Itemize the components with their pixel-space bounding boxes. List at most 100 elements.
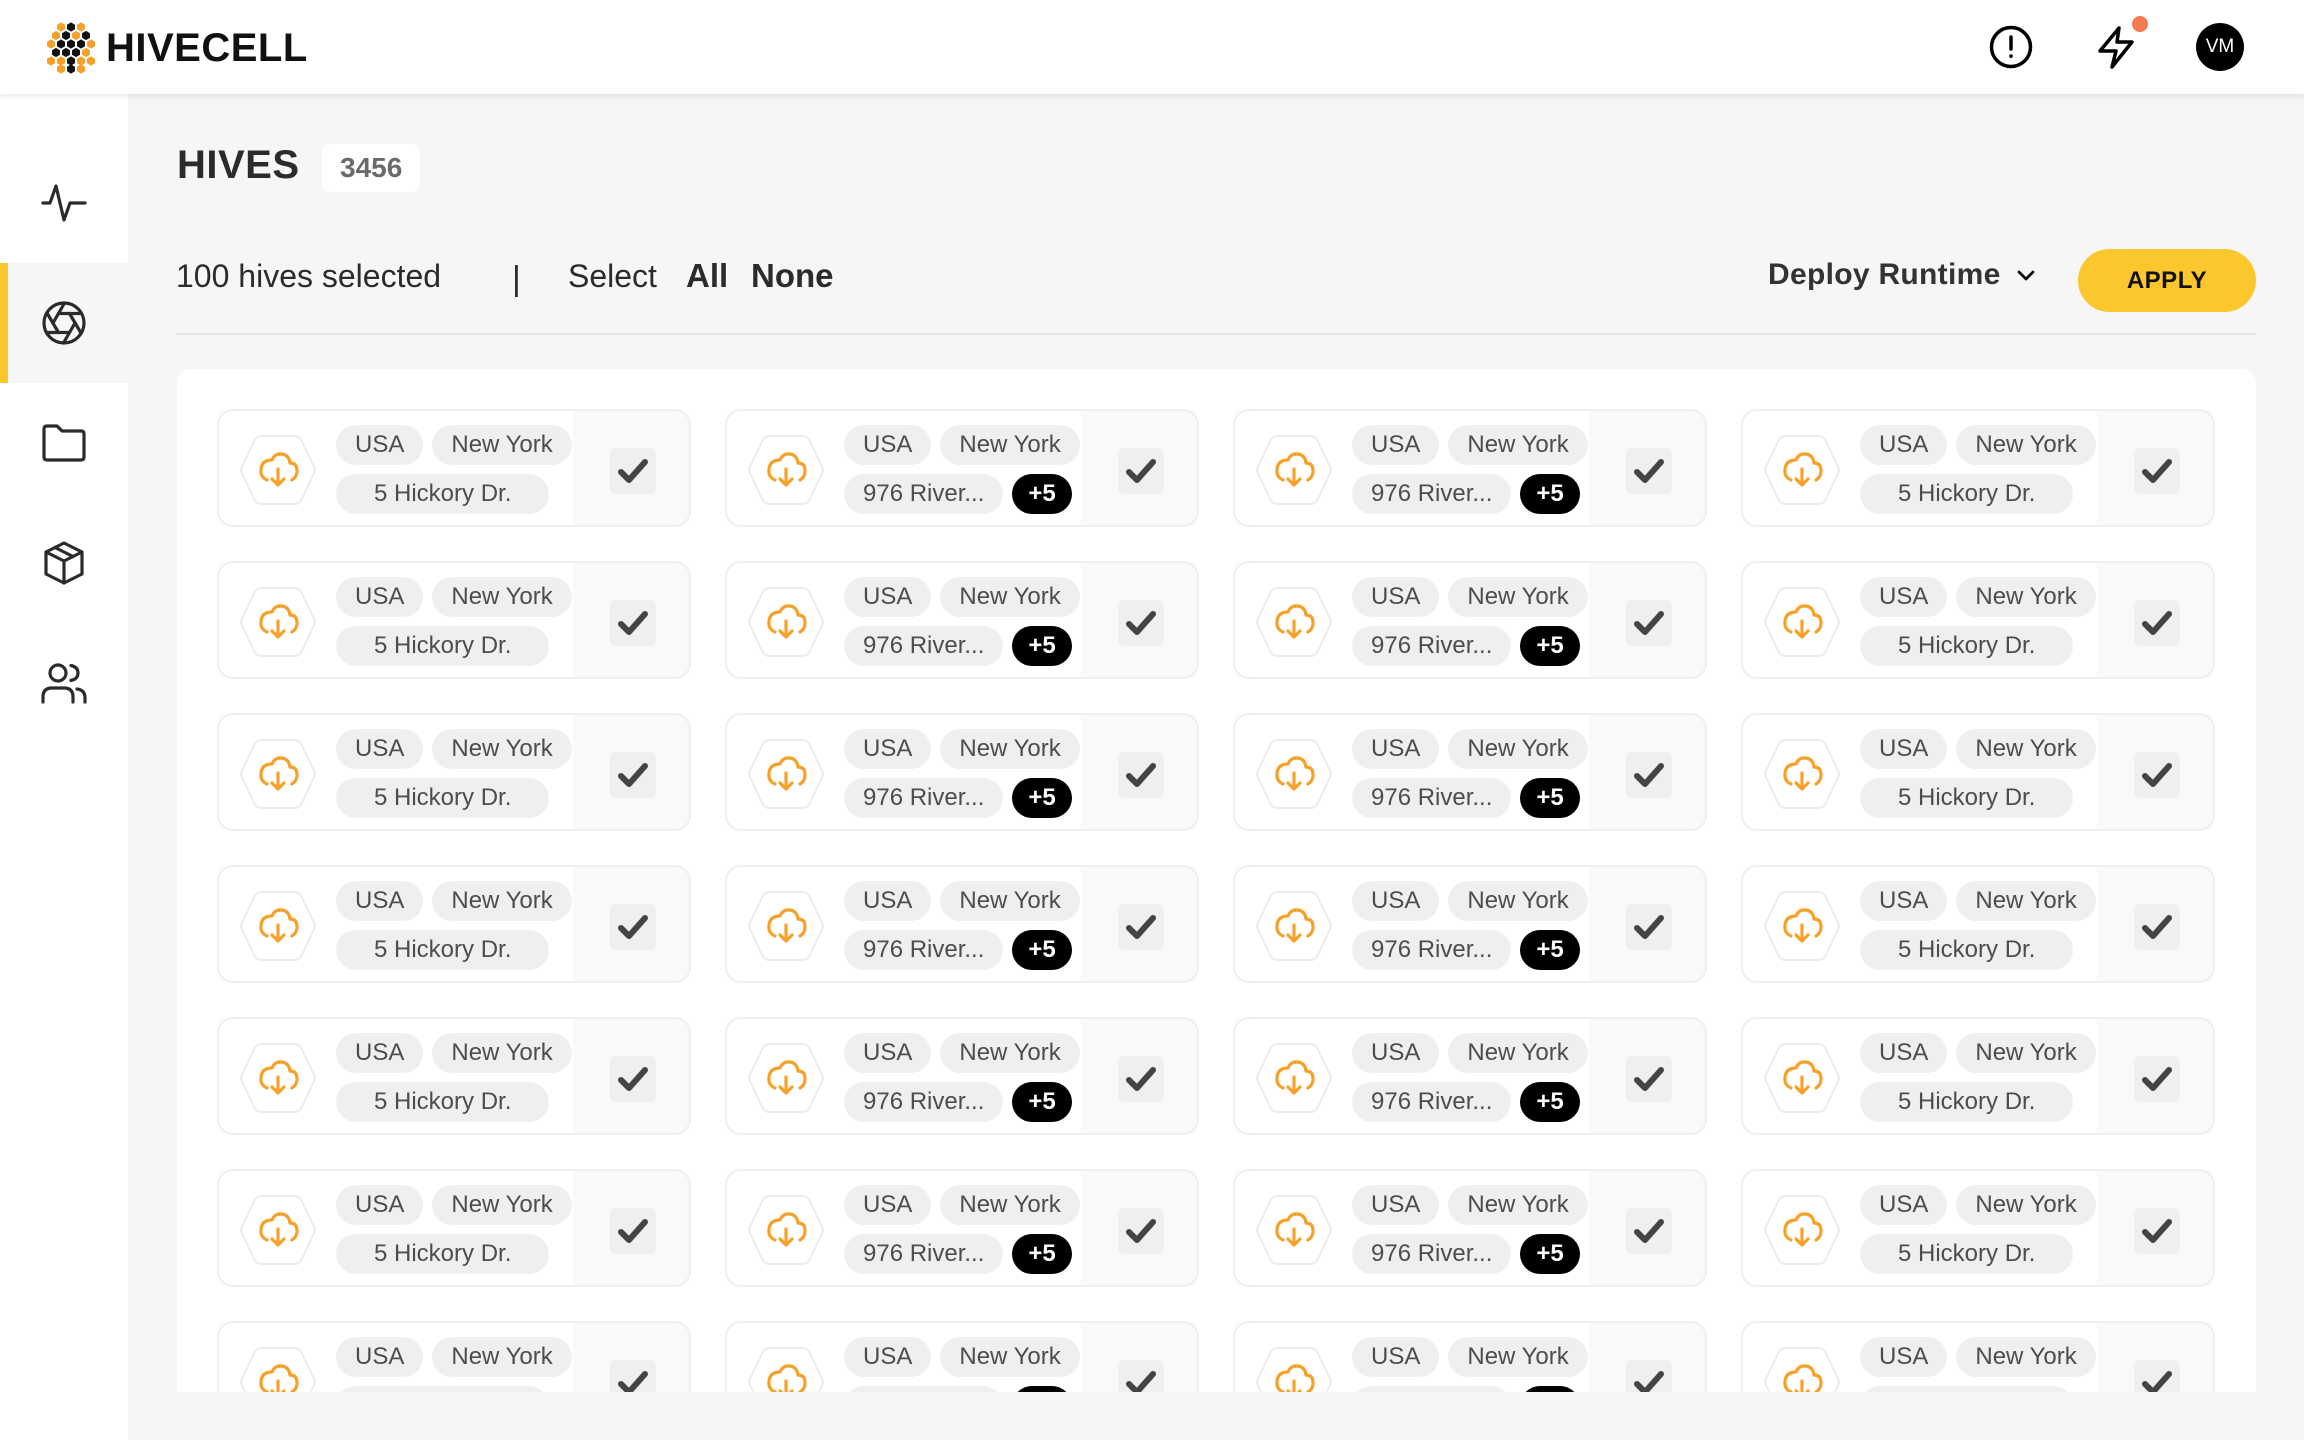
more-tags-badge[interactable]: +5: [1520, 1386, 1580, 1392]
checkmark-icon: [2142, 611, 2172, 635]
hive-card[interactable]: USA New York 976 River... +5: [1233, 713, 1707, 831]
hive-card[interactable]: USA New York 5 Hickory Dr.: [217, 1169, 691, 1287]
hive-card[interactable]: USA New York 976 River... +5: [1233, 865, 1707, 983]
card-select-area: [573, 1019, 689, 1133]
country-tag: USA: [844, 577, 932, 617]
more-tags-badge[interactable]: +5: [1012, 474, 1072, 514]
select-none-link[interactable]: None: [751, 257, 834, 295]
hive-checkbox[interactable]: [1118, 904, 1164, 950]
hive-checkbox[interactable]: [1118, 1056, 1164, 1102]
action-dropdown[interactable]: Deploy Runtime: [1768, 258, 2037, 292]
hive-card[interactable]: USA New York 976 River... +5: [725, 1017, 1199, 1135]
hive-checkbox[interactable]: [1118, 1360, 1164, 1392]
hive-card[interactable]: USA New York 5 Hickory Dr.: [217, 561, 691, 679]
sidebar-item-packages[interactable]: [0, 503, 128, 623]
city-tag: New York: [940, 881, 1080, 921]
hive-card[interactable]: USA New York 5 Hickory Dr.: [1741, 1017, 2215, 1135]
more-tags-badge[interactable]: +5: [1012, 1386, 1072, 1392]
more-tags-badge[interactable]: +5: [1520, 930, 1580, 970]
hive-card[interactable]: USA New York 5 Hickory Dr.: [217, 713, 691, 831]
hive-card[interactable]: USA New York 976 River... +5: [725, 561, 1199, 679]
hive-checkbox[interactable]: [610, 1056, 656, 1102]
hive-card[interactable]: USA New York 976 River... +5: [1233, 1017, 1707, 1135]
hive-checkbox[interactable]: [2134, 1208, 2180, 1254]
apply-button[interactable]: APPLY: [2078, 249, 2256, 312]
hive-status-badge: [747, 1345, 825, 1392]
hive-checkbox[interactable]: [2134, 1360, 2180, 1392]
more-tags-badge[interactable]: +5: [1520, 626, 1580, 666]
hive-checkbox[interactable]: [1118, 448, 1164, 494]
hive-card[interactable]: USA New York 5 Hickory Dr.: [217, 1017, 691, 1135]
hive-card[interactable]: USA New York 5 Hickory Dr.: [1741, 865, 2215, 983]
hive-card[interactable]: USA New York 5 Hickory Dr.: [1741, 1321, 2215, 1392]
checkmark-icon: [2142, 763, 2172, 787]
card-select-area: [2097, 563, 2213, 677]
more-tags-badge[interactable]: +5: [1012, 626, 1072, 666]
brand-logo[interactable]: HIVECELL: [44, 22, 308, 74]
address-tag: 976 River...: [1352, 1082, 1512, 1122]
hive-checkbox[interactable]: [610, 1360, 656, 1392]
logo-hexagon: [52, 47, 60, 58]
more-tags-badge[interactable]: +5: [1520, 778, 1580, 818]
hive-checkbox[interactable]: [2134, 904, 2180, 950]
hive-checkbox[interactable]: [2134, 600, 2180, 646]
hive-card[interactable]: USA New York 976 River... +5: [1233, 561, 1707, 679]
hive-card[interactable]: USA New York 5 Hickory Dr.: [1741, 561, 2215, 679]
more-tags-badge[interactable]: +5: [1520, 474, 1580, 514]
alerts-button[interactable]: [1986, 22, 2036, 72]
hexagon-frame: [1764, 1347, 1840, 1392]
hive-checkbox[interactable]: [610, 904, 656, 950]
honeycomb-logo-icon: [47, 22, 95, 74]
hive-checkbox[interactable]: [1626, 752, 1672, 798]
sidebar-item-users[interactable]: [0, 623, 128, 743]
hive-checkbox[interactable]: [2134, 448, 2180, 494]
hive-card[interactable]: USA New York 5 Hickory Dr.: [1741, 1169, 2215, 1287]
card-select-area: [2097, 411, 2213, 525]
sidebar-item-files[interactable]: [0, 383, 128, 503]
hexagon-frame: [1764, 739, 1840, 809]
hive-checkbox[interactable]: [2134, 1056, 2180, 1102]
hive-checkbox[interactable]: [1626, 1056, 1672, 1102]
more-tags-badge[interactable]: +5: [1520, 1082, 1580, 1122]
hive-card[interactable]: USA New York 976 River... +5: [1233, 1321, 1707, 1392]
hive-card[interactable]: USA New York 976 River... +5: [725, 409, 1199, 527]
more-tags-badge[interactable]: +5: [1012, 778, 1072, 818]
user-avatar[interactable]: VM: [2196, 23, 2244, 71]
hive-checkbox[interactable]: [1118, 1208, 1164, 1254]
hive-status-badge: [1763, 1193, 1841, 1267]
country-tag: USA: [1860, 881, 1948, 921]
hive-card[interactable]: USA New York 5 Hickory Dr.: [217, 409, 691, 527]
hexagon-frame: [1256, 587, 1332, 657]
more-tags-badge[interactable]: +5: [1012, 930, 1072, 970]
hive-checkbox[interactable]: [2134, 752, 2180, 798]
hive-tags: USA New York 976 River... +5: [844, 1337, 1084, 1392]
hive-checkbox[interactable]: [1118, 752, 1164, 798]
hive-card[interactable]: USA New York 976 River... +5: [725, 1321, 1199, 1392]
hive-checkbox[interactable]: [610, 448, 656, 494]
hive-card[interactable]: USA New York 5 Hickory Dr.: [1741, 409, 2215, 527]
hive-card[interactable]: USA New York 976 River... +5: [725, 865, 1199, 983]
hive-card[interactable]: USA New York 5 Hickory Dr.: [217, 865, 691, 983]
hive-checkbox[interactable]: [610, 752, 656, 798]
hive-checkbox[interactable]: [1626, 1360, 1672, 1392]
hive-checkbox[interactable]: [1118, 600, 1164, 646]
hive-card[interactable]: USA New York 976 River... +5: [725, 713, 1199, 831]
more-tags-badge[interactable]: +5: [1520, 1234, 1580, 1274]
more-tags-badge[interactable]: +5: [1012, 1234, 1072, 1274]
hive-card[interactable]: USA New York 976 River... +5: [1233, 1169, 1707, 1287]
hive-checkbox[interactable]: [1626, 904, 1672, 950]
hive-checkbox[interactable]: [610, 1208, 656, 1254]
more-tags-badge[interactable]: +5: [1012, 1082, 1072, 1122]
hive-card[interactable]: USA New York 5 Hickory Dr.: [1741, 713, 2215, 831]
sidebar-item-hives[interactable]: [0, 263, 128, 383]
hive-checkbox[interactable]: [1626, 1208, 1672, 1254]
hive-checkbox[interactable]: [610, 600, 656, 646]
hive-checkbox[interactable]: [1626, 600, 1672, 646]
hive-card[interactable]: USA New York 5 Hickory Dr.: [217, 1321, 691, 1392]
hive-checkbox[interactable]: [1626, 448, 1672, 494]
hive-card[interactable]: USA New York 976 River... +5: [1233, 409, 1707, 527]
hive-card[interactable]: USA New York 976 River... +5: [725, 1169, 1199, 1287]
sidebar-item-activity[interactable]: [0, 143, 128, 263]
select-all-link[interactable]: All: [686, 257, 728, 295]
city-tag: New York: [1448, 425, 1588, 465]
